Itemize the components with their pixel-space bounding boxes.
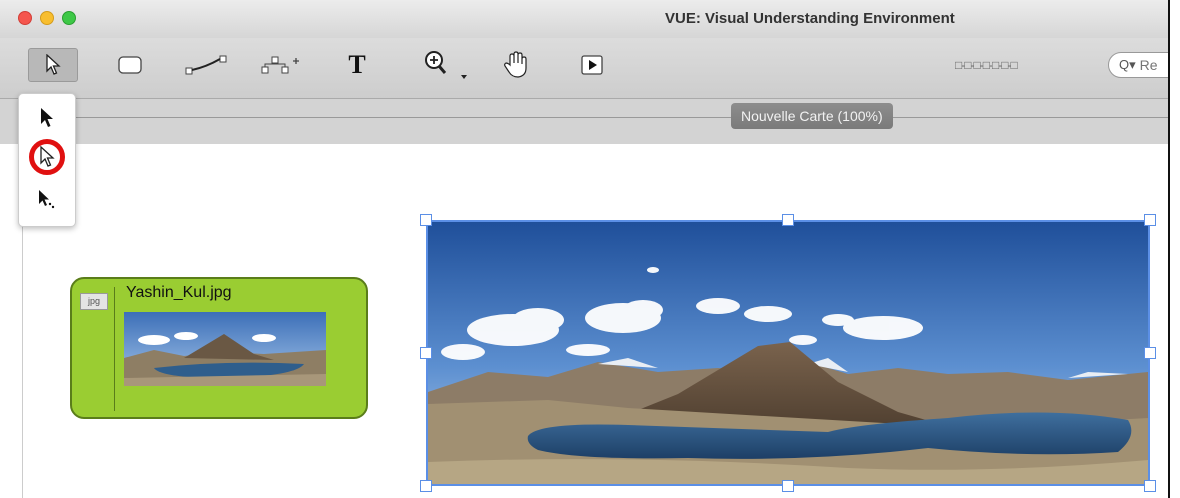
text-icon: T	[348, 50, 366, 79]
tab-divider	[60, 117, 1168, 118]
resize-handle-top-right[interactable]	[1144, 214, 1156, 226]
highlight-circle	[29, 139, 65, 175]
presentation-tool-button[interactable]	[572, 48, 612, 82]
resize-handle-right[interactable]	[1144, 347, 1156, 359]
hand-icon	[504, 51, 527, 78]
file-type-badge: jpg	[80, 293, 108, 310]
map-navigator-strip[interactable]: □-□-□-□-□-□-□	[955, 58, 1018, 72]
zoom-button[interactable]	[62, 11, 76, 25]
select-arrow-dotted-item[interactable]	[29, 182, 65, 218]
search-icon: Q▾	[1119, 57, 1136, 72]
resize-handle-bottom-left[interactable]	[420, 480, 432, 492]
landscape-photo	[428, 222, 1148, 484]
minimize-button[interactable]	[40, 11, 54, 25]
hierarchy-icon	[261, 56, 299, 74]
solid-arrow-icon	[41, 108, 53, 127]
node-divider	[114, 287, 115, 411]
selection-tool-popup	[18, 93, 76, 227]
toolbar: T □-□-□-□-□-□-□ Q▾	[0, 38, 1168, 99]
select-solid-arrow-item[interactable]	[29, 100, 65, 136]
pan-tool-button[interactable]	[495, 48, 535, 82]
search-box[interactable]: Q▾	[1108, 52, 1168, 78]
node-tool-button[interactable]	[110, 48, 150, 82]
node-thumbnail	[124, 312, 326, 386]
search-input[interactable]	[1137, 56, 1168, 74]
node-label[interactable]: Yashin_Kul.jpg	[126, 284, 232, 302]
zoom-tool-button[interactable]	[420, 48, 470, 82]
selection-tool-button[interactable]	[28, 48, 78, 82]
resize-handle-bottom[interactable]	[782, 480, 794, 492]
magnifier-plus-icon	[425, 51, 467, 79]
resize-handle-left[interactable]	[420, 347, 432, 359]
resize-handle-bottom-right[interactable]	[1144, 480, 1156, 492]
tab-nouvelle-carte[interactable]: Nouvelle Carte (100%)	[731, 103, 893, 129]
vue-window: VUE: Visual Understanding Environment T …	[0, 0, 1170, 498]
resize-handle-top-left[interactable]	[420, 214, 432, 226]
hollow-arrow-icon	[46, 54, 61, 75]
tab-strip: Nouvelle Carte (100%)	[0, 99, 1168, 144]
link-icon	[185, 55, 227, 75]
link-tool-button[interactable]	[182, 48, 232, 82]
window-title: VUE: Visual Understanding Environment	[665, 10, 955, 27]
arrow-dotted-icon	[39, 190, 55, 209]
text-tool-button[interactable]: T	[340, 48, 374, 82]
title-bar: VUE: Visual Understanding Environment	[0, 0, 1168, 38]
ontology-tool-button[interactable]	[255, 48, 305, 82]
selected-image[interactable]	[426, 220, 1150, 486]
image-node[interactable]: jpg Yashin_Kul.jpg	[70, 277, 368, 419]
resize-handle-top[interactable]	[782, 214, 794, 226]
close-button[interactable]	[18, 11, 32, 25]
rounded-rectangle-icon	[118, 56, 142, 74]
play-icon	[581, 55, 603, 75]
